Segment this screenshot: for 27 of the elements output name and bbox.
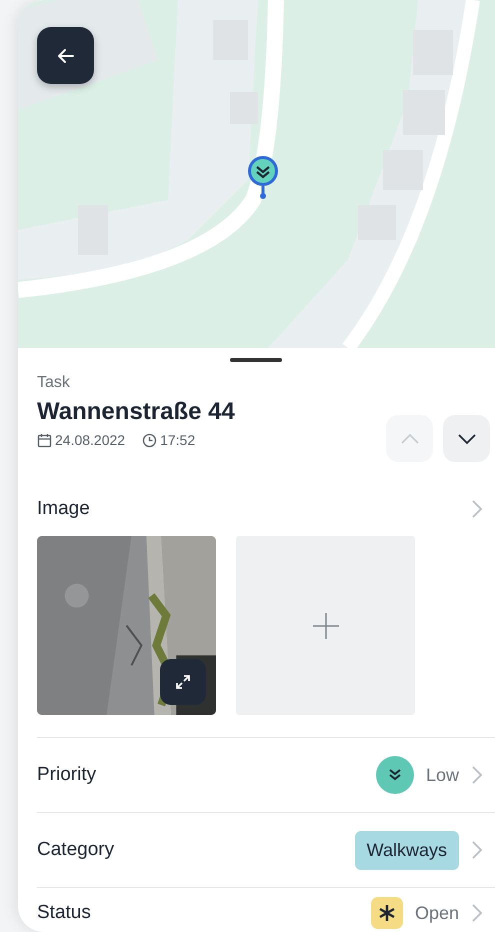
priority-value: Low: [426, 764, 459, 786]
field-label: Priority: [37, 764, 96, 786]
chevron-up-icon: [400, 432, 420, 444]
task-title: Wannenstraße 44: [37, 398, 235, 426]
status-value: Open: [414, 902, 459, 924]
map-pin-icon: [245, 155, 281, 199]
task-time: 17:52: [160, 432, 196, 448]
clock-icon: [142, 432, 158, 448]
plus-icon: [312, 612, 340, 640]
add-image-button[interactable]: [236, 536, 415, 715]
image-section-title: Image: [37, 498, 90, 520]
calendar-icon: [37, 432, 52, 448]
field-label: Status: [37, 902, 91, 924]
expand-icon: [174, 673, 192, 691]
back-button[interactable]: [37, 27, 94, 84]
task-date: 24.08.2022: [55, 432, 126, 448]
chevron-right-icon[interactable]: [471, 765, 483, 785]
chevron-right-icon[interactable]: [471, 903, 483, 923]
chevron-right-icon[interactable]: [471, 840, 483, 860]
expand-button[interactable]: [160, 659, 206, 705]
field-label: Category: [37, 839, 114, 861]
next-button[interactable]: [443, 415, 490, 462]
chevron-right-icon[interactable]: [471, 499, 483, 519]
drag-handle[interactable]: [230, 358, 282, 362]
task-label: Task: [37, 374, 71, 392]
category-tag: Walkways: [354, 830, 459, 870]
chevron-down-icon: [456, 432, 476, 444]
